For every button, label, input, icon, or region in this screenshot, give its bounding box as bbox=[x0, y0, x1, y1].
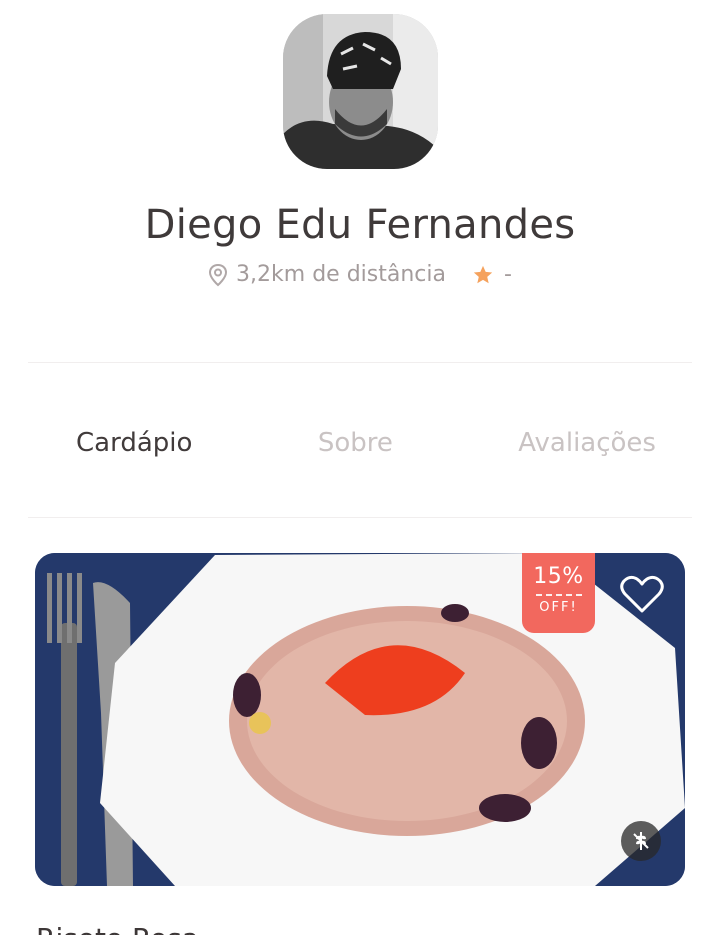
dish-title[interactable]: Risoto Rosa bbox=[36, 922, 199, 935]
dish-card[interactable]: 15% OFF! bbox=[35, 553, 685, 886]
chef-name: Diego Edu Fernandes bbox=[144, 202, 576, 248]
distance-text: 3,2km de distância bbox=[236, 262, 446, 287]
star-icon bbox=[473, 265, 493, 283]
divider bbox=[28, 517, 692, 518]
chef-profile-screen: Diego Edu Fernandes 3,2km de distância -… bbox=[0, 0, 720, 935]
discount-badge: 15% OFF! bbox=[522, 553, 595, 633]
heart-icon[interactable] bbox=[619, 573, 665, 615]
profile-tabs: Cardápio Sobre Avaliações bbox=[28, 418, 692, 468]
chef-meta: 3,2km de distância - bbox=[0, 262, 720, 287]
discount-divider bbox=[535, 594, 582, 596]
gluten-free-icon bbox=[621, 821, 661, 861]
tab-sobre[interactable]: Sobre bbox=[316, 428, 395, 458]
tab-avaliacoes[interactable]: Avaliações bbox=[516, 428, 658, 458]
divider bbox=[28, 362, 692, 363]
tab-cardapio[interactable]: Cardápio bbox=[74, 428, 194, 458]
chef-avatar[interactable] bbox=[283, 14, 438, 169]
location-pin-icon bbox=[209, 263, 228, 286]
rating-value: - bbox=[503, 262, 512, 287]
discount-label: OFF! bbox=[539, 600, 578, 615]
discount-value: 15% bbox=[533, 564, 584, 589]
